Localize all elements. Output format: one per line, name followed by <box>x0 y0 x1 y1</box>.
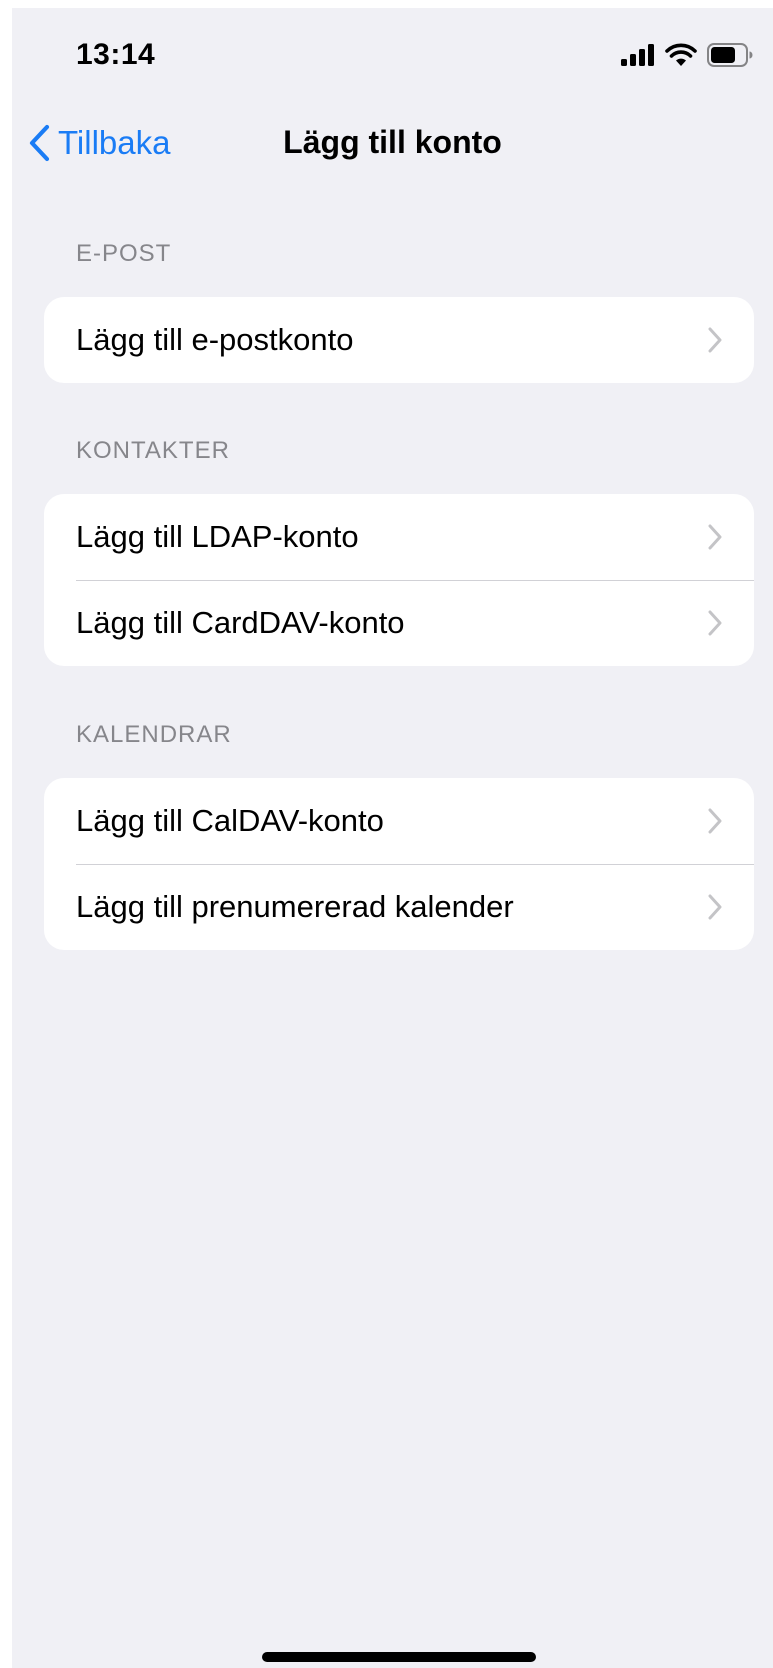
battery-icon <box>707 43 753 67</box>
section-header-calendars: KALENDRAR <box>76 721 232 748</box>
group-email: Lägg till e-postkonto <box>44 297 754 383</box>
add-subscribed-calendar-row[interactable]: Lägg till prenumererad kalender <box>44 864 754 950</box>
row-label: Lägg till CardDAV-konto <box>76 605 405 640</box>
status-bar: 13:14 <box>12 8 773 98</box>
section-header-email: E-POST <box>76 240 172 267</box>
wifi-icon <box>665 43 697 66</box>
page-title: Lägg till konto <box>283 124 502 160</box>
home-indicator[interactable] <box>262 1652 536 1662</box>
row-label: Lägg till prenumererad kalender <box>76 889 514 924</box>
screen: 13:14 Tillbaka Lägg till konto E-POST Lä… <box>12 8 773 1668</box>
navigation-bar: Tillbaka Lägg till konto <box>12 108 773 178</box>
add-caldav-account-row[interactable]: Lägg till CalDAV-konto <box>44 778 754 864</box>
row-label: Lägg till CalDAV-konto <box>76 803 384 838</box>
row-label: Lägg till e-postkonto <box>76 322 354 357</box>
add-carddav-account-row[interactable]: Lägg till CardDAV-konto <box>44 580 754 666</box>
chevron-right-icon <box>708 327 722 353</box>
cellular-signal-icon <box>621 44 654 66</box>
add-email-account-row[interactable]: Lägg till e-postkonto <box>44 297 754 383</box>
group-contacts: Lägg till LDAP-konto Lägg till CardDAV-k… <box>44 494 754 666</box>
chevron-right-icon <box>708 524 722 550</box>
status-icons <box>621 40 753 70</box>
group-calendars: Lägg till CalDAV-konto Lägg till prenume… <box>44 778 754 950</box>
section-header-contacts: KONTAKTER <box>76 437 230 464</box>
add-ldap-account-row[interactable]: Lägg till LDAP-konto <box>44 494 754 580</box>
chevron-right-icon <box>708 808 722 834</box>
row-label: Lägg till LDAP-konto <box>76 519 359 554</box>
chevron-right-icon <box>708 894 722 920</box>
chevron-right-icon <box>708 610 722 636</box>
status-time: 13:14 <box>76 38 156 71</box>
